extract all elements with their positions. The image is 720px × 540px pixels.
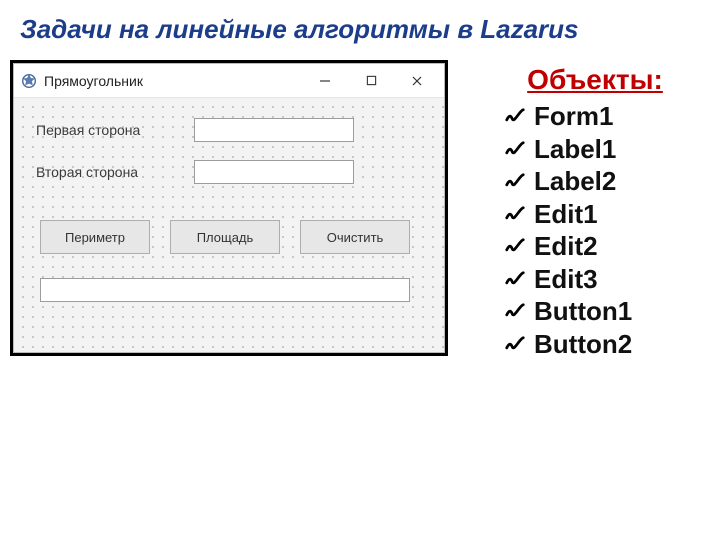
window-frame: Прямоугольник Первая сторона Вторая — [10, 60, 448, 356]
list-item: Label1 — [504, 133, 710, 166]
list-item-label: Label2 — [534, 166, 616, 196]
check-icon — [504, 104, 526, 126]
check-icon — [504, 169, 526, 191]
list-item-label: Button2 — [534, 329, 632, 359]
list-item: Edit1 — [504, 198, 710, 231]
edit2[interactable] — [194, 160, 354, 184]
list-item: Button2 — [504, 328, 710, 361]
list-item: Form1 — [504, 100, 710, 133]
check-icon — [504, 267, 526, 289]
list-item-label: Form1 — [534, 101, 613, 131]
label-side2: Вторая сторона — [36, 164, 138, 180]
list-item: Edit2 — [504, 230, 710, 263]
page-title: Задачи на линейные алгоритмы в Lazarus — [20, 14, 700, 45]
clear-button[interactable]: Очистить — [300, 220, 410, 254]
list-item-label: Button1 — [534, 296, 632, 326]
minimize-button[interactable] — [302, 66, 348, 96]
area-button[interactable]: Площадь — [170, 220, 280, 254]
objects-panel: Объекты: Form1 Label1 Label2 Edit1 Edit2… — [480, 64, 710, 360]
objects-heading: Объекты: — [480, 64, 710, 96]
check-icon — [504, 332, 526, 354]
list-item-label: Label1 — [534, 134, 616, 164]
check-icon — [504, 202, 526, 224]
check-icon — [504, 137, 526, 159]
label-side1: Первая сторона — [36, 122, 140, 138]
window-title: Прямоугольник — [44, 73, 143, 89]
list-item-label: Edit3 — [534, 264, 598, 294]
objects-list: Form1 Label1 Label2 Edit1 Edit2 Edit3 Bu… — [480, 100, 710, 360]
edit1[interactable] — [194, 118, 354, 142]
check-icon — [504, 299, 526, 321]
check-icon — [504, 234, 526, 256]
list-item: Label2 — [504, 165, 710, 198]
app-window: Прямоугольник Первая сторона Вторая — [13, 63, 445, 353]
maximize-button[interactable] — [348, 66, 394, 96]
edit3[interactable] — [40, 278, 410, 302]
list-item: Edit3 — [504, 263, 710, 296]
list-item: Button1 — [504, 295, 710, 328]
perimeter-button[interactable]: Периметр — [40, 220, 150, 254]
list-item-label: Edit2 — [534, 231, 598, 261]
form-designer: Первая сторона Вторая сторона Периметр П… — [14, 98, 444, 352]
titlebar: Прямоугольник — [14, 64, 444, 98]
app-icon — [20, 72, 38, 90]
list-item-label: Edit1 — [534, 199, 598, 229]
close-button[interactable] — [394, 66, 440, 96]
